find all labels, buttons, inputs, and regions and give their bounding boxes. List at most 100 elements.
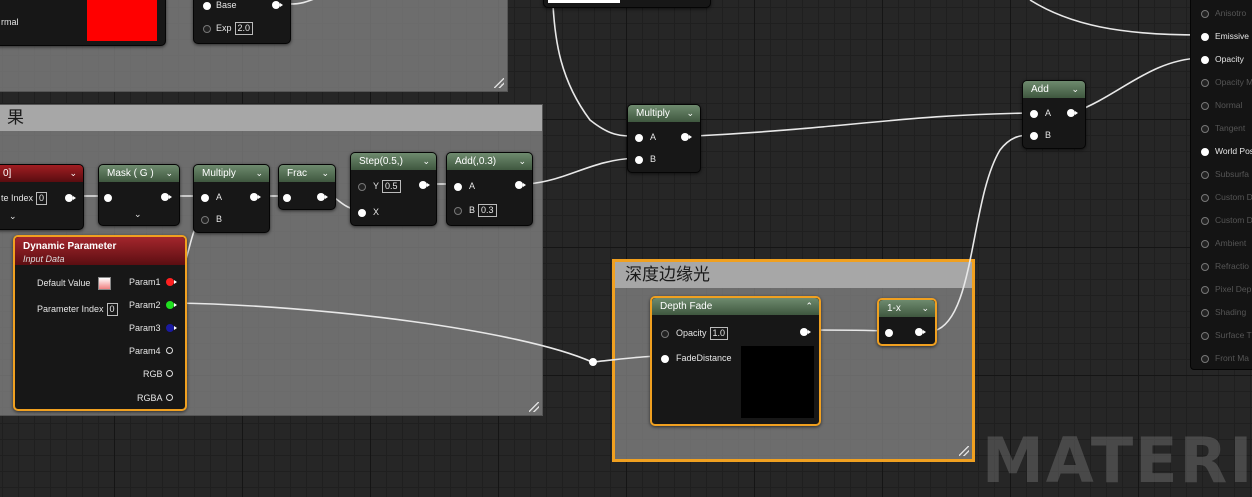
a-label: A [1045,108,1052,118]
opacity-value-field[interactable]: 1.0 [709,327,729,340]
material-pin-label: Pixel Dep [1215,284,1252,294]
index-value-field[interactable]: 0 [36,192,48,205]
b-value-field[interactable]: 0.3 [478,204,497,217]
material-input-pin[interactable] [1201,148,1209,156]
x-label: X [373,207,380,217]
output-pin[interactable] [65,194,76,202]
output-pin[interactable] [915,328,926,336]
chevron-up-icon[interactable]: ⌃ [805,298,813,315]
material-input-pin[interactable] [1201,217,1209,225]
node-title: 1-x [887,303,901,314]
output-pin[interactable] [515,181,526,189]
material-watermark: MATERIAL [982,424,1252,497]
output-pin[interactable] [681,133,692,141]
rgba-output-pin[interactable] [166,394,173,401]
dynamic-parameter-node[interactable]: Dynamic Parameter Input Data Default Val… [13,235,187,411]
material-input-pin[interactable] [1201,194,1209,202]
material-pin-label: Custom D [1215,215,1252,225]
add-node-inner[interactable]: Add(,0.3) ⌄ A B 0.3 [446,152,533,226]
chevron-down-icon[interactable]: ⌄ [69,165,77,182]
chevron-down-icon[interactable]: ⌄ [9,209,17,223]
material-input-pin[interactable] [1201,33,1209,41]
node-title: Add [1031,84,1049,95]
material-input-pin[interactable] [1201,309,1209,317]
opacity-input-pin[interactable] [661,330,669,338]
b-label: B [1045,130,1052,140]
node-title: 0] [3,168,12,179]
chevron-down-icon[interactable]: ⌄ [1071,81,1079,98]
output-pin[interactable] [800,328,811,336]
chevron-down-icon[interactable]: ⌄ [165,165,173,182]
output-pin[interactable] [272,1,283,9]
base-input-pin[interactable] [203,2,211,10]
output-pin[interactable] [1067,109,1078,117]
a-input-pin[interactable] [635,134,643,142]
node-title: Dynamic Parameter [23,241,117,252]
texture-node-partial[interactable]: 0] ⌄ te Index 0 ⌄ [0,164,84,230]
step-node[interactable]: Step(0.5,) ⌄ Y 0.5 X [350,152,437,226]
x-input-pin[interactable] [358,209,366,217]
b-input-pin[interactable] [454,207,462,215]
default-value-swatch[interactable] [98,277,111,290]
param-index-field[interactable]: 0 [106,303,118,316]
chevron-down-icon[interactable]: ⌄ [686,105,694,122]
material-input-pin[interactable] [1201,125,1209,133]
material-input-pin[interactable] [1201,102,1209,110]
a-input-pin[interactable] [1030,110,1038,118]
exp-input-pin[interactable] [203,25,211,33]
material-input-pin[interactable] [1201,79,1209,87]
material-pin-label: Normal [1215,100,1243,110]
y-value-field[interactable]: 0.5 [382,180,401,193]
input-pin[interactable] [283,194,291,202]
output-pin[interactable] [317,193,328,201]
material-input-pin[interactable] [1201,56,1209,64]
chevron-down-icon[interactable]: ⌄ [255,165,263,182]
param2-output-pin[interactable] [166,301,177,309]
chevron-down-icon[interactable]: ⌄ [321,165,329,182]
multiply-node-inner[interactable]: Multiply ⌄ A B [193,164,270,233]
add-node[interactable]: Add ⌄ A B [1022,80,1086,149]
mask-node[interactable]: Mask ( G ) ⌄ ⌄ [98,164,180,226]
material-input-pin[interactable] [1201,286,1209,294]
chevron-down-icon[interactable]: ⌄ [134,207,142,221]
node-partial-top[interactable] [543,0,711,8]
param4-label: Param4 [129,346,161,356]
default-value-label: Default Value [37,278,91,288]
material-output-node[interactable]: Anisotro Emissive Opacity Opacity M Normal Ta… [1190,0,1252,370]
b-input-pin[interactable] [635,156,643,164]
material-input-pin[interactable] [1201,171,1209,179]
fade-distance-input-pin[interactable] [661,355,669,363]
param4-output-pin[interactable] [166,347,173,354]
chevron-down-icon[interactable]: ⌄ [518,153,526,170]
material-input-pin[interactable] [1201,332,1209,340]
multiply-node-outer[interactable]: Multiply ⌄ A B [627,104,701,173]
input-pin[interactable] [885,329,893,337]
material-input-pin[interactable] [1201,263,1209,271]
a-input-pin[interactable] [454,183,462,191]
a-input-pin[interactable] [201,194,209,202]
output-pin[interactable] [419,181,430,189]
rgb-output-pin[interactable] [166,370,173,377]
depth-fade-node[interactable]: Depth Fade ⌃ Opacity 1.0 FadeDistance [650,296,821,426]
input-pin[interactable] [104,194,112,202]
param3-output-pin[interactable] [166,324,177,332]
b-input-pin[interactable] [1030,132,1038,140]
output-pin[interactable] [250,193,261,201]
material-pin-label: Custom D [1215,192,1252,202]
normal-node-partial[interactable]: rmal [0,0,166,46]
power-node[interactable]: Base Exp 2.0 [193,0,291,44]
chevron-down-icon[interactable]: ⌄ [921,300,929,317]
exp-value-field[interactable]: 2.0 [234,22,254,35]
material-input-pin[interactable] [1201,240,1209,248]
index-row: te Index 0 [1,191,48,205]
frac-node[interactable]: Frac ⌄ [278,164,336,210]
one-minus-node[interactable]: 1-x ⌄ [877,298,937,346]
material-input-pin[interactable] [1201,355,1209,363]
b-input-pin[interactable] [201,216,209,224]
y-input-pin[interactable] [358,183,366,191]
param1-output-pin[interactable] [166,278,177,286]
material-pin-label: Front Ma [1215,353,1250,363]
chevron-down-icon[interactable]: ⌄ [422,153,430,170]
material-input-pin[interactable] [1201,10,1209,18]
output-pin[interactable] [161,193,172,201]
